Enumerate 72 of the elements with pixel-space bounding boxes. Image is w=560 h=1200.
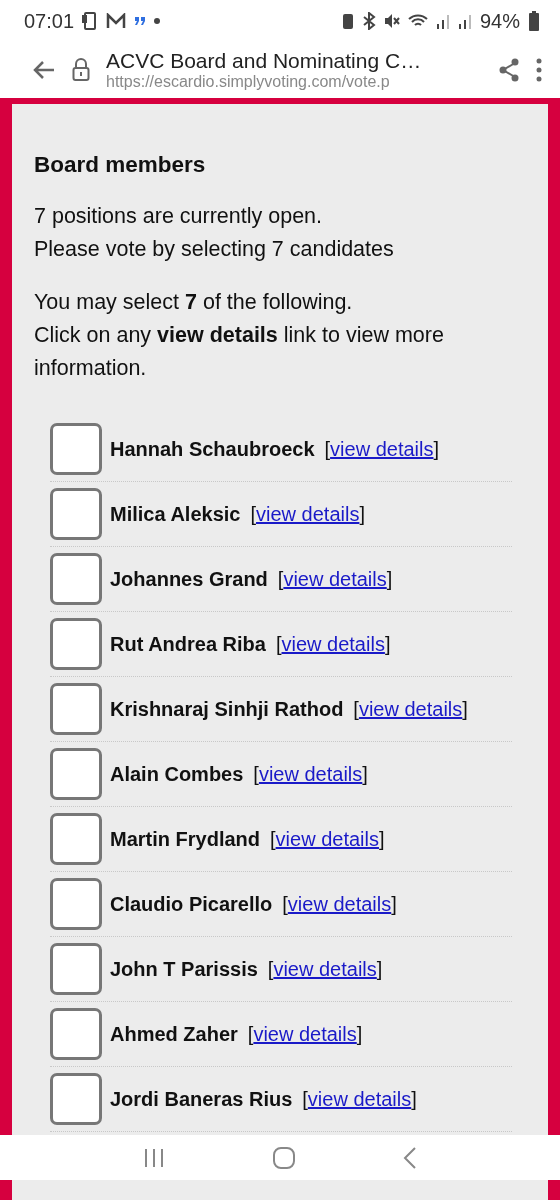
bracket: [ (247, 1022, 254, 1046)
bracket: ] (433, 437, 440, 461)
quote-icon (134, 16, 147, 26)
bracket: [ (275, 632, 282, 656)
phone-icon (82, 12, 99, 30)
bluetooth-icon (361, 12, 376, 30)
mute-icon (383, 13, 400, 29)
bracket: ] (411, 1087, 417, 1111)
menu-icon[interactable] (536, 58, 542, 82)
candidate-name: Jordi Baneras Rius (110, 1087, 293, 1111)
share-icon[interactable] (498, 58, 520, 82)
bracket: ] (356, 1022, 363, 1046)
bracket: [ (282, 892, 288, 916)
view-details-link[interactable]: view details (281, 632, 385, 656)
intro-text: 7 positions are currently open. Please vote by selecting 7 candidates (34, 203, 395, 263)
lock-icon (72, 58, 90, 82)
signal-icon (457, 13, 472, 29)
candidate-name: Claudio Picarello (110, 892, 273, 916)
checkbox[interactable] (50, 683, 102, 735)
bracket: ] (384, 632, 391, 656)
dot-icon (154, 18, 161, 24)
bracket: ] (359, 502, 365, 526)
candidate-name: Johannes Grand (110, 567, 268, 591)
checkbox[interactable] (50, 488, 102, 540)
candidate-name: Ahmed Zaher (110, 1022, 238, 1046)
candidate-name: Rut Andrea Riba (110, 632, 266, 656)
battery-saver-icon (341, 12, 354, 30)
bracket: ] (391, 892, 397, 916)
clock: 07:01 (24, 9, 75, 33)
bracket: ] (462, 697, 468, 721)
instruction-text: You may select 7 of the following. Click on any view details link to view more information. (34, 289, 445, 382)
battery-level: 94% (479, 9, 520, 33)
bracket: [ (353, 697, 359, 721)
page-title: ACVC Board and Nominating C… (106, 49, 423, 73)
checkbox[interactable] (50, 943, 102, 995)
checkbox[interactable] (50, 1008, 102, 1060)
view-details-link[interactable]: view details (273, 957, 377, 981)
candidate-name: John T Parissis (110, 957, 258, 981)
bracket: [ (250, 502, 256, 526)
candidate-name: Milica Aleksic (110, 502, 241, 526)
checkbox[interactable] (50, 878, 102, 930)
checkbox[interactable] (50, 1073, 102, 1125)
back-icon[interactable] (402, 1145, 417, 1170)
bracket: ] (378, 827, 385, 851)
section-heading: Board members (34, 152, 207, 178)
bracket: [ (302, 1087, 308, 1111)
bracket: [ (253, 762, 259, 786)
view-details-link[interactable]: view details (253, 1022, 357, 1046)
checkbox[interactable] (50, 553, 102, 605)
bracket: ] (362, 762, 368, 786)
battery-icon (528, 11, 540, 31)
signal-icon (435, 13, 450, 29)
candidate-name: Hannah Schaubroeck (110, 437, 315, 461)
bracket: ] (386, 567, 393, 591)
view-details-link[interactable]: view details (283, 567, 387, 591)
checkbox[interactable] (50, 618, 102, 670)
candidate-name: Krishnaraj Sinhji Rathod (110, 697, 344, 721)
back-icon[interactable] (32, 60, 56, 80)
mail-icon (106, 13, 127, 29)
recent-apps-icon[interactable] (143, 1146, 166, 1169)
home-icon[interactable] (272, 1145, 296, 1170)
bracket: [ (277, 567, 284, 591)
checkbox[interactable] (50, 748, 102, 800)
bracket: [ (267, 957, 274, 981)
bracket: ] (376, 957, 383, 981)
candidate-name: Alain Combes (110, 762, 244, 786)
url-text[interactable]: https://escardio.simplyvoting.com/vote.p (106, 73, 426, 91)
checkbox[interactable] (50, 423, 102, 475)
bracket: [ (324, 437, 331, 461)
candidate-name: Martin Frydland (110, 827, 260, 851)
checkbox[interactable] (50, 813, 102, 865)
bracket: [ (270, 827, 276, 851)
